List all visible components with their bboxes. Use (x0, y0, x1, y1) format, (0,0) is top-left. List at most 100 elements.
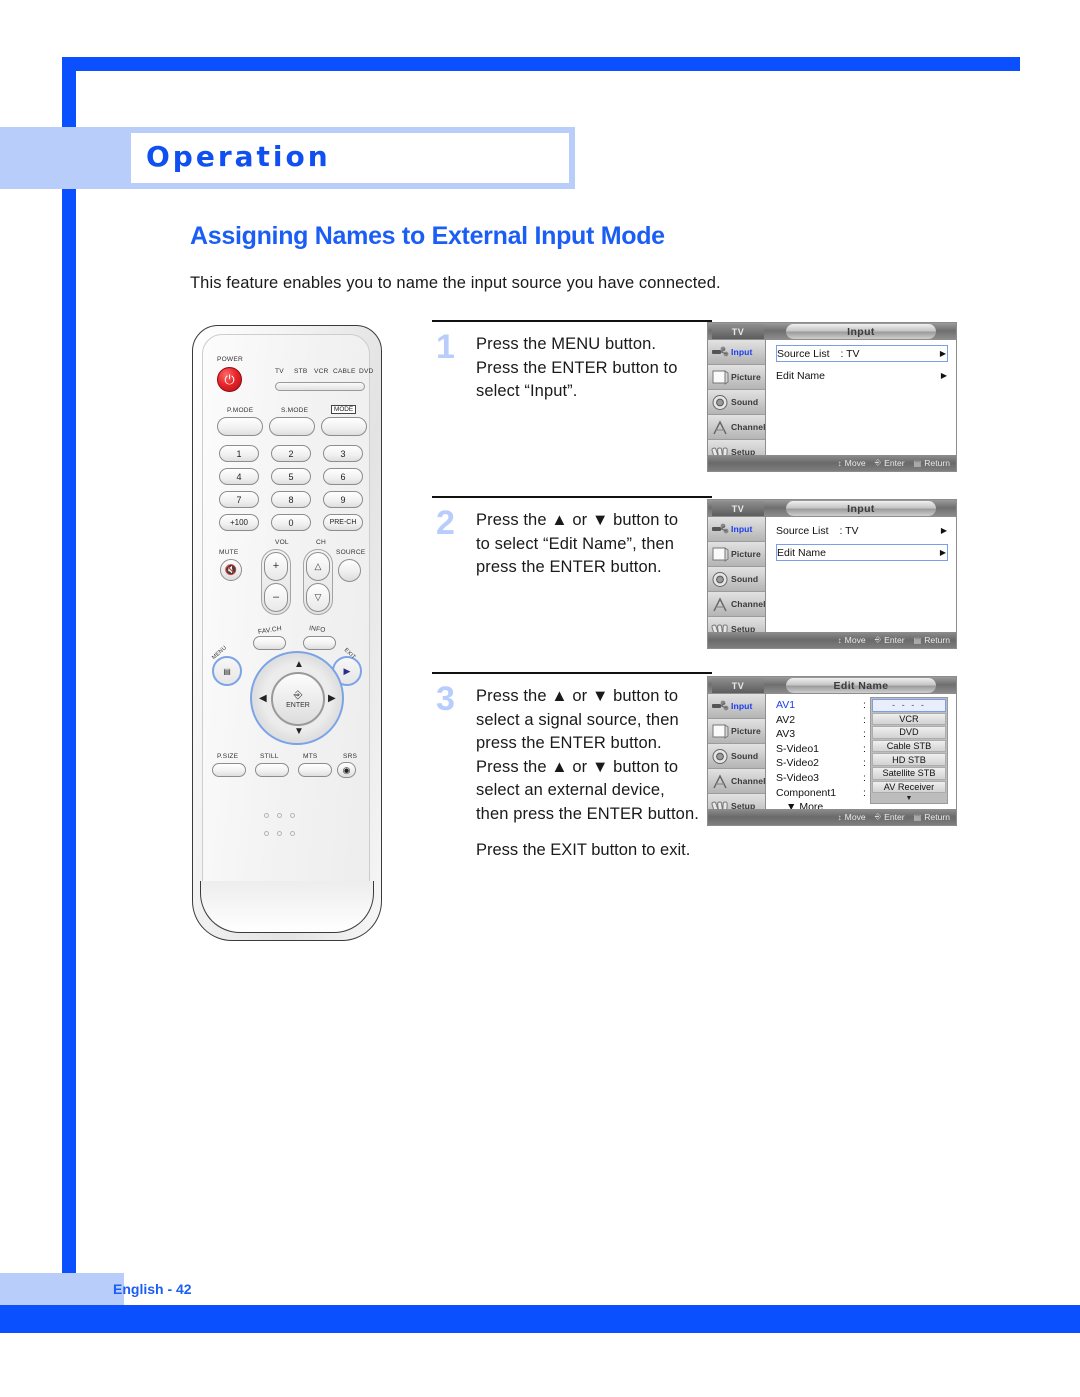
psize-button[interactable] (212, 763, 246, 777)
step-line: Press the ▲ or ▼ button to (476, 757, 679, 776)
volume-down-button[interactable]: – (264, 583, 288, 612)
antenna-icon (710, 595, 731, 614)
vol-label: VOL (275, 539, 289, 546)
channel-down-button[interactable]: ▽ (306, 583, 330, 612)
speaker-icon (710, 747, 731, 766)
menu-button[interactable]: ▤ (212, 656, 242, 686)
source-name-list: AV1 AV2 AV3 S-Video1 S-Video2 S-Video3 C… (776, 698, 861, 815)
info-button[interactable] (303, 636, 336, 650)
device-option-none[interactable]: - - - - (872, 699, 946, 712)
key-4[interactable]: 4 (219, 468, 259, 485)
device-option-cable-stb[interactable]: Cable STB (872, 739, 946, 753)
sidebar-item-channel[interactable]: Channel (708, 415, 766, 440)
pmode-button[interactable] (217, 417, 263, 436)
nav-up-icon[interactable]: ▲ (294, 660, 304, 670)
nav-left-icon[interactable]: ◀ (259, 694, 267, 704)
key-6[interactable]: 6 (323, 468, 363, 485)
hint-label: Enter (884, 812, 905, 822)
favch-button[interactable] (253, 636, 286, 650)
source-item-av2[interactable]: AV2 (776, 713, 861, 728)
sidebar-item-channel[interactable]: Channel (708, 592, 766, 617)
move-arrows-icon: ↕ (837, 458, 842, 468)
footer-chip (0, 1273, 124, 1305)
source-item-svideo2[interactable]: S-Video2 (776, 756, 861, 771)
osd-hint-return: ▤ Return (914, 812, 950, 822)
power-button[interactable]: ⏻ (217, 367, 242, 392)
menu-row-edit-name[interactable]: Edit Name ▶ (776, 544, 948, 561)
device-list-scroll-down-icon[interactable]: ▼ (872, 794, 946, 802)
sidebar-item-channel[interactable]: Channel (708, 769, 766, 794)
sidebar-item-picture[interactable]: Picture (708, 365, 765, 390)
mts-button[interactable] (298, 763, 332, 777)
source-item-av3[interactable]: AV3 (776, 727, 861, 742)
device-option-dvd[interactable]: DVD (872, 726, 946, 739)
key-9[interactable]: 9 (323, 491, 363, 508)
osd-screen-input-source-list: TV Input Input Picture Sound Channel Set… (707, 322, 957, 472)
key-prech[interactable]: PRE-CH (323, 514, 363, 531)
key-3[interactable]: 3 (323, 445, 363, 462)
sidebar-item-sound[interactable]: Sound (708, 567, 765, 592)
key-5[interactable]: 5 (271, 468, 311, 485)
channel-up-button[interactable]: △ (306, 552, 330, 581)
enter-button[interactable]: ⎆ ENTER (271, 672, 325, 726)
sidebar-item-sound[interactable]: Sound (708, 744, 765, 769)
device-selector-strip[interactable] (275, 382, 365, 391)
smode-button[interactable] (269, 417, 315, 436)
srs-button[interactable]: ◉ (337, 762, 356, 778)
nav-down-icon[interactable]: ▼ (294, 727, 304, 737)
menu-row-source-list[interactable]: Source List : TV ▶ (776, 522, 948, 539)
sidebar-item-picture[interactable]: Picture (708, 719, 765, 744)
menu-row-edit-name[interactable]: Edit Name ▶ (776, 367, 948, 384)
key-0[interactable]: 0 (271, 514, 311, 531)
colon: : (863, 742, 866, 755)
menu-row-label: Source List : TV (777, 348, 940, 360)
key-2[interactable]: 2 (271, 445, 311, 462)
sidebar-item-picture[interactable]: Picture (708, 542, 765, 567)
return-key-icon: ▤ (913, 635, 922, 645)
sidebar-item-sound[interactable]: Sound (708, 390, 765, 415)
osd-title-bar: TV Input (708, 323, 956, 340)
source-item-av1[interactable]: AV1 (776, 698, 861, 713)
volume-up-button[interactable]: + (264, 552, 288, 581)
device-option-vcr[interactable]: VCR (872, 712, 946, 726)
osd-hint-return: ▤ Return (914, 458, 950, 468)
sidebar-item-input[interactable]: Input (708, 340, 765, 365)
step-line: Press the ▲ or ▼ button to (476, 511, 679, 529)
mute-button[interactable]: 🔇 (220, 559, 242, 581)
menu-row-source-list[interactable]: Source List : TV ▶ (776, 345, 948, 362)
nav-right-icon[interactable]: ▶ (328, 694, 336, 704)
key-7[interactable]: 7 (219, 491, 259, 508)
enter-label: ENTER (286, 701, 310, 709)
source-button[interactable] (338, 559, 361, 582)
key-1[interactable]: 1 (219, 445, 259, 462)
dot (264, 831, 269, 836)
channel-rocker[interactable]: △ ▽ (303, 549, 333, 615)
dot (290, 813, 295, 818)
still-button[interactable] (255, 763, 289, 777)
step-divider (432, 496, 712, 499)
source-item-component1[interactable]: Component1 (776, 786, 861, 801)
return-key-icon: ▤ (913, 812, 922, 822)
sidebar-label: Picture (731, 549, 761, 559)
sidebar-item-input[interactable]: Input (708, 517, 765, 542)
step-text: Press the ▲ or ▼ button to select a sign… (476, 685, 716, 826)
device-option-satellite-stb[interactable]: Satellite STB (872, 766, 946, 780)
row-value-text: : TV (839, 524, 859, 537)
volume-rocker[interactable]: + – (261, 549, 291, 615)
page-number: English - 42 (113, 1281, 192, 1297)
source-item-svideo1[interactable]: S-Video1 (776, 742, 861, 757)
navigation-ring[interactable]: ▲ ▼ ◀ ▶ ⎆ ENTER (250, 651, 344, 745)
sidebar-item-input[interactable]: Input (708, 694, 765, 719)
key-plus100[interactable]: +100 (219, 514, 259, 531)
mode-button[interactable] (321, 417, 367, 436)
osd-hint-enter: ⎆ Enter (875, 635, 905, 645)
srs-label: SRS (343, 753, 358, 760)
device-option-hd-stb[interactable]: HD STB (872, 753, 946, 766)
source-item-svideo3[interactable]: S-Video3 (776, 771, 861, 786)
osd-content: Source List : TV ▶ Edit Name ▶ (767, 517, 956, 632)
osd-bottom-bar: ↕ Move ⎆ Enter ▤ Return (708, 809, 956, 825)
device-label-cable: CABLE (333, 368, 356, 375)
picture-icon (710, 368, 731, 387)
key-8[interactable]: 8 (271, 491, 311, 508)
device-option-av-receiver[interactable]: AV Receiver (872, 780, 946, 794)
